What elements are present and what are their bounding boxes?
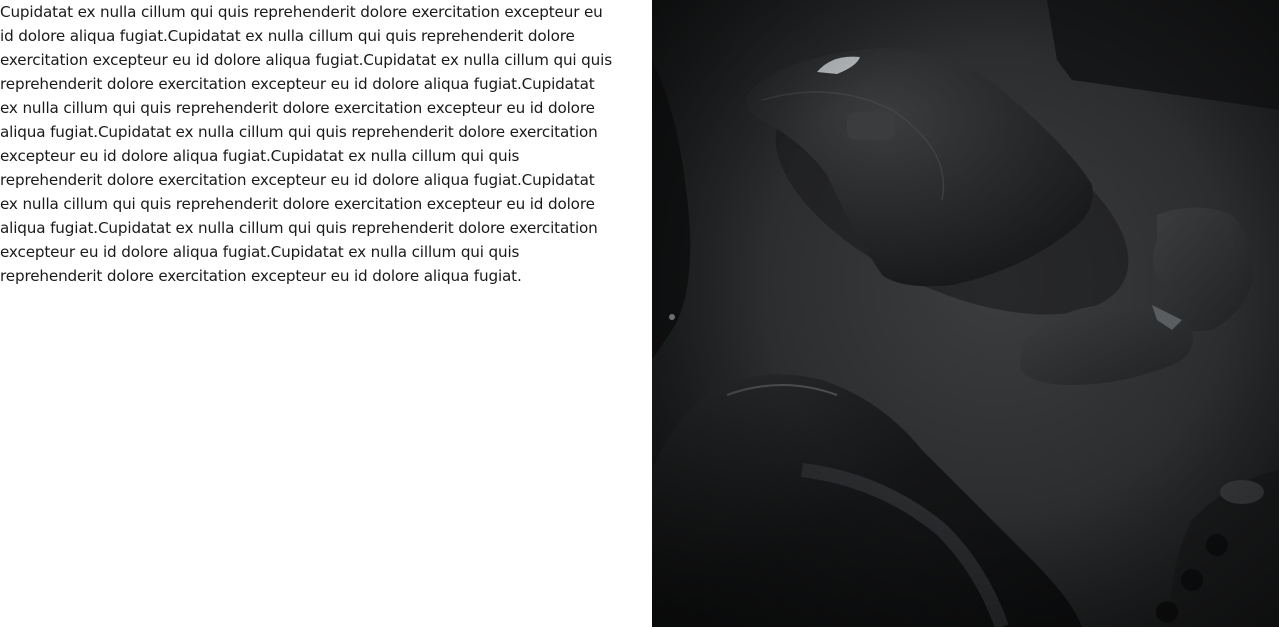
page: Cupidatat ex nulla cillum qui quis repre… (0, 0, 1279, 629)
photo-vignette (652, 0, 1279, 627)
photo-illustration (652, 0, 1279, 627)
hero-photo (652, 0, 1279, 627)
text-column: Cupidatat ex nulla cillum qui quis repre… (0, 0, 652, 629)
body-paragraph: Cupidatat ex nulla cillum qui quis repre… (0, 3, 612, 285)
